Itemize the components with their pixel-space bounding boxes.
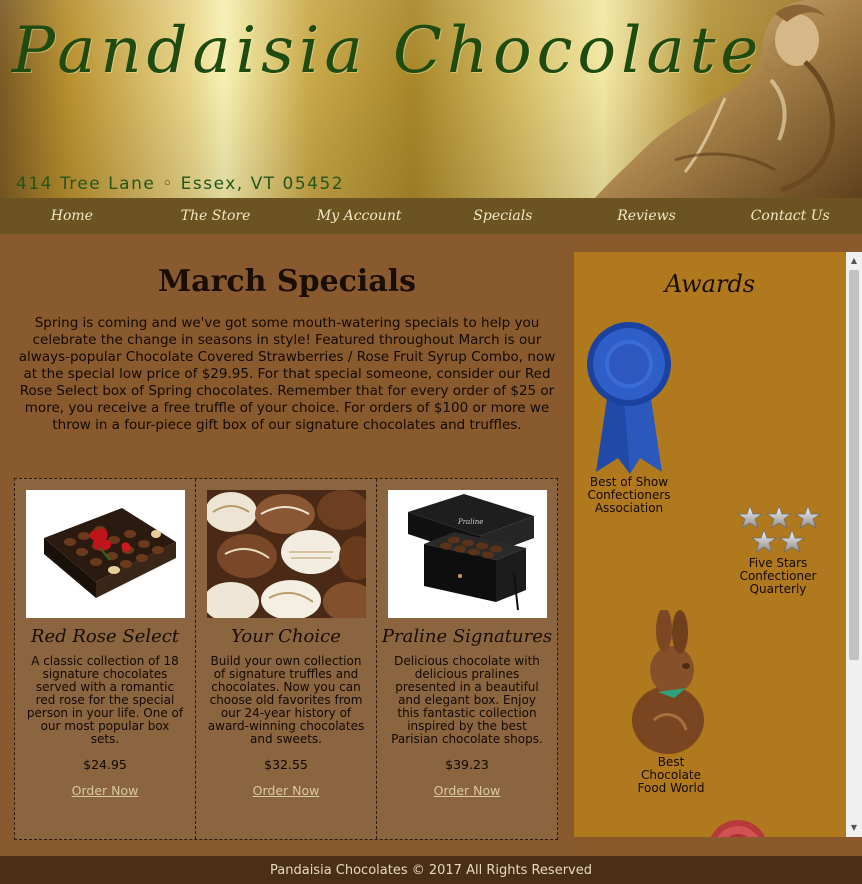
product-name: Praline Signatures	[381, 626, 553, 647]
sidebar-scrollbar[interactable]: ▲ ▼	[846, 252, 862, 837]
nav-reviews[interactable]: Reviews	[575, 198, 719, 234]
main-nav: Home The Store My Account Specials Revie…	[0, 198, 862, 234]
product-card-red-rose-select: Red Rose Select A classic collection of …	[15, 479, 196, 839]
product-description: Build your own collection of signature t…	[207, 654, 365, 746]
red-rose-select-image[interactable]	[25, 490, 185, 618]
svg-text:Praline: Praline	[457, 518, 483, 526]
nav-the-store[interactable]: The Store	[144, 198, 288, 234]
order-now-link[interactable]: Order Now	[434, 783, 501, 798]
main-content: March Specials Spring is coming and we'v…	[0, 234, 574, 856]
product-name: Red Rose Select	[30, 626, 180, 647]
your-choice-image[interactable]	[206, 490, 366, 618]
nav-my-account[interactable]: My Account	[287, 198, 431, 234]
site-footer: Pandaisia Chocolates © 2017 All Rights R…	[0, 856, 862, 884]
product-card-praline-signatures: Praline Praline Signatures Delicious cho…	[377, 479, 557, 839]
awards-title: Awards	[664, 270, 756, 298]
nav-home[interactable]: Home	[0, 198, 144, 234]
product-price: $24.95	[83, 757, 127, 772]
product-description: A classic collection of 18 signature cho…	[26, 654, 184, 746]
praline-signatures-image[interactable]: Praline	[387, 490, 547, 618]
statue-image	[595, 0, 862, 198]
product-card-your-choice: Your Choice Build your own collection of…	[196, 479, 377, 839]
chocolate-bunny-icon	[632, 610, 704, 754]
scrollbar-thumb[interactable]	[849, 270, 859, 660]
award-caption-best-of-show: Best of Show Confectioners Association	[587, 475, 671, 515]
site-header: Pandaisia Chocolates 414 Tree Lane ◦ Ess…	[0, 0, 862, 198]
five-stars-icon	[736, 505, 822, 553]
nav-contact-us[interactable]: Contact Us	[718, 198, 862, 234]
order-now-link[interactable]: Order Now	[72, 783, 139, 798]
scroll-up-arrow-icon[interactable]: ▲	[846, 254, 862, 268]
product-name: Your Choice	[231, 626, 341, 647]
award-seal-icon	[710, 820, 766, 837]
award-caption-five-stars: Five Stars Confectioner Quarterly	[739, 556, 817, 596]
intro-text: Spring is coming and we've got some mout…	[18, 315, 556, 433]
award-caption-best-chocolate: Best Chocolate Food World	[637, 755, 705, 795]
order-now-link[interactable]: Order Now	[253, 783, 320, 798]
nav-specials[interactable]: Specials	[431, 198, 575, 234]
site-address: 414 Tree Lane ◦ Essex, VT 05452	[16, 174, 345, 194]
scroll-down-arrow-icon[interactable]: ▼	[846, 821, 862, 835]
product-description: Delicious chocolate with delicious prali…	[391, 654, 543, 746]
awards-sidebar: Awards Best of Show Confectioners Associ…	[574, 252, 846, 837]
product-price: $32.55	[264, 757, 308, 772]
product-grid: Red Rose Select A classic collection of …	[14, 478, 558, 840]
blue-ribbon-icon	[587, 322, 671, 474]
product-price: $39.23	[445, 757, 489, 772]
page-title: March Specials	[157, 264, 417, 299]
